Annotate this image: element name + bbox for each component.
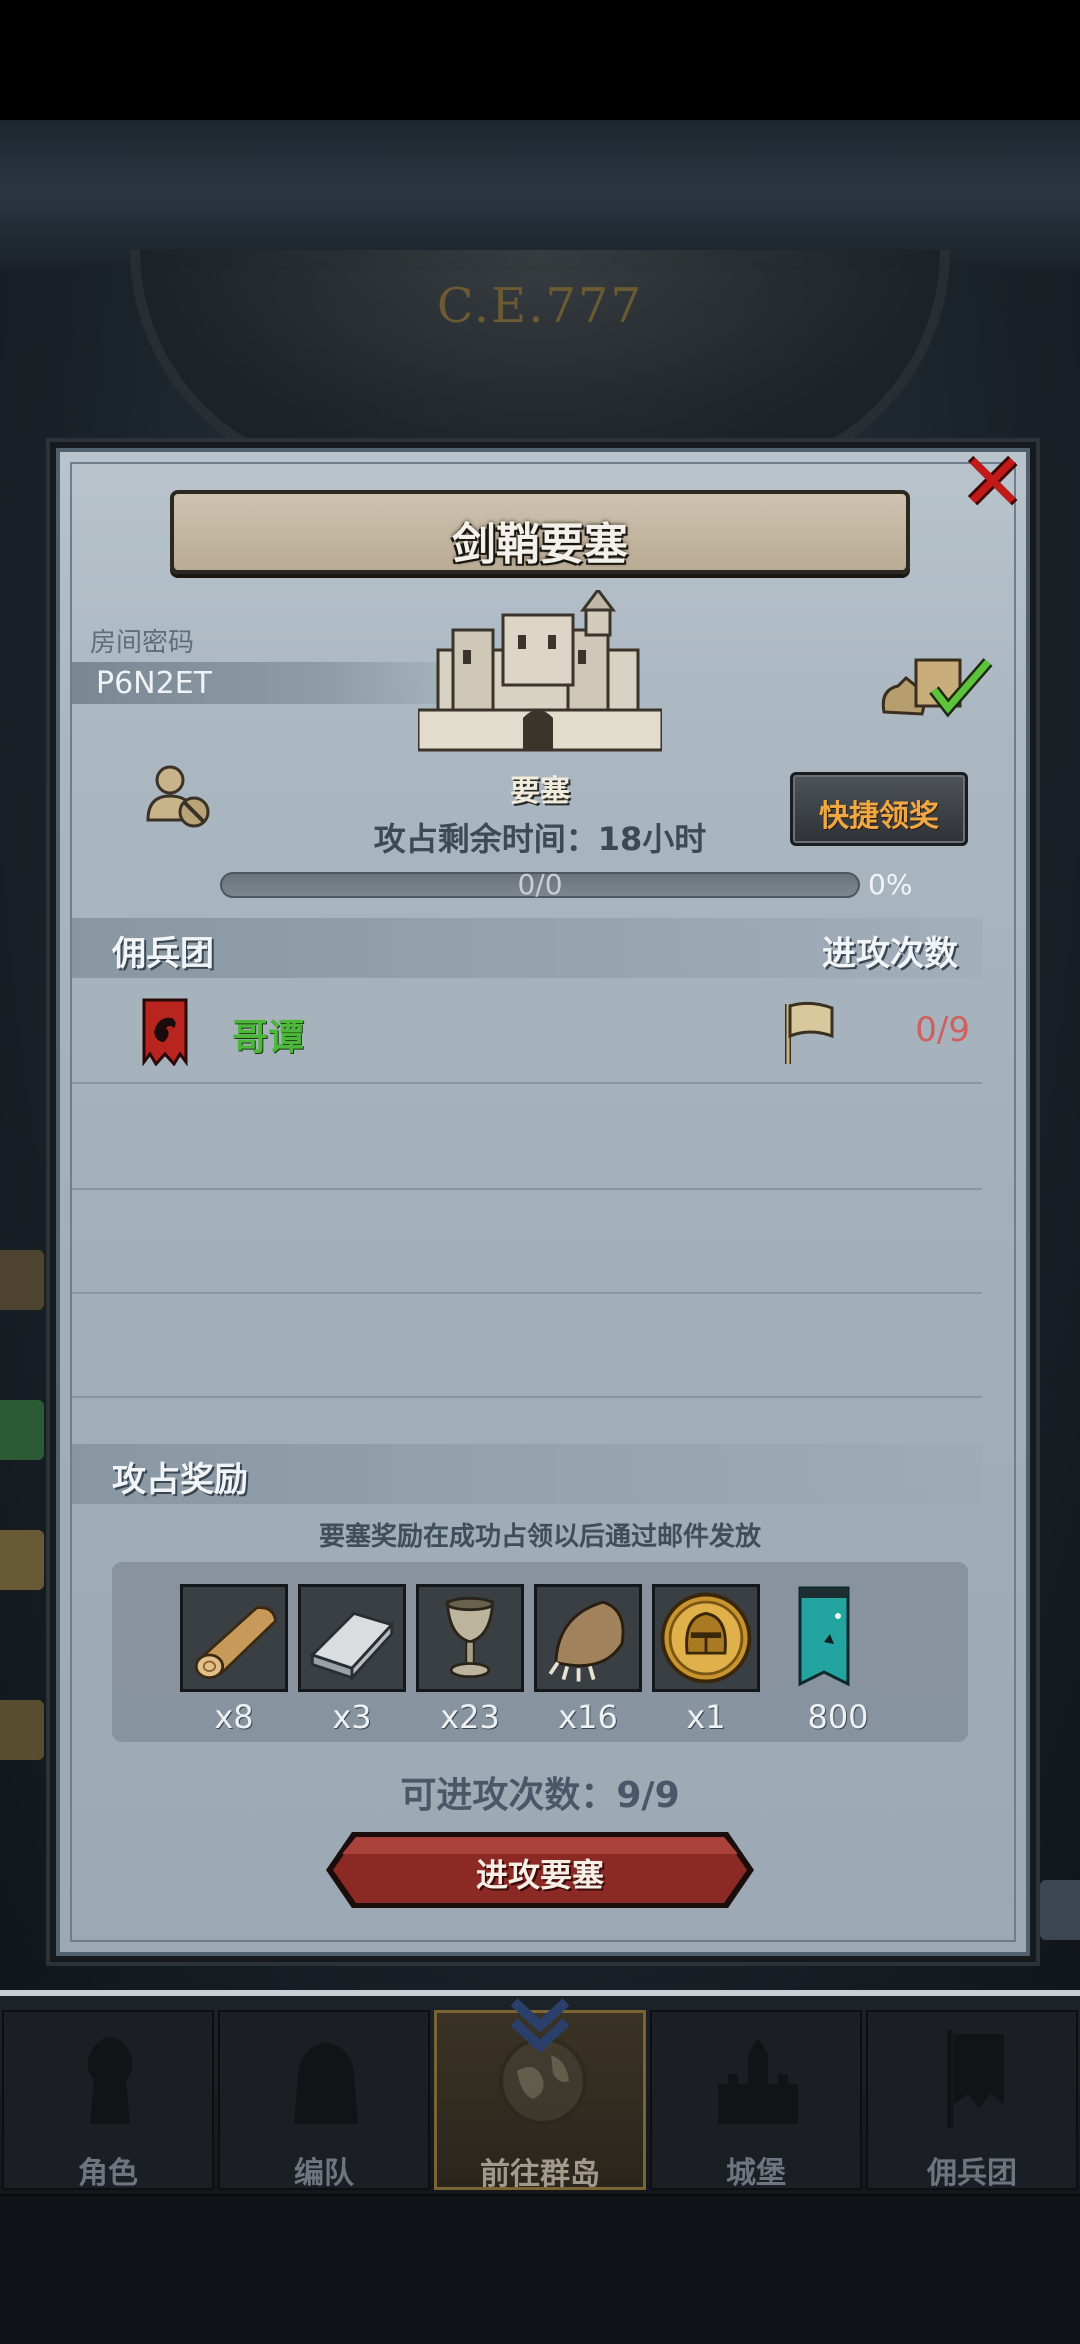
mercenary-name[interactable]: 哥谭 — [232, 1008, 304, 1060]
reward-qty: x16 — [558, 1698, 618, 1736]
goblet-icon — [419, 1587, 521, 1689]
mercenary-header: 佣兵团 — [112, 934, 214, 974]
moon-banner-icon — [798, 1586, 850, 1687]
room-password-value[interactable]: P6N2ET — [96, 666, 212, 701]
knight-icon — [87, 2037, 133, 2124]
flag-icon — [785, 1001, 834, 1064]
knight-helmet-coin-icon — [655, 1587, 757, 1689]
mercenary-attack-count: 0/9 — [915, 1010, 970, 1050]
nav-label: 佣兵团 — [927, 2156, 1017, 2191]
armor-icon — [294, 2042, 358, 2124]
iron-ingot-icon — [301, 1587, 403, 1689]
background-band — [0, 120, 1080, 270]
title-banner: 剑鞘要塞 — [170, 490, 910, 574]
fortress-icon — [418, 590, 662, 752]
nav-label: 编队 — [294, 2156, 354, 2191]
mercenary-banner-icon — [142, 998, 188, 1066]
progress-percent: 0% — [868, 868, 913, 901]
side-menu-stub[interactable] — [0, 1400, 44, 1460]
close-icon: ✕ — [960, 438, 1026, 528]
status-bar-area — [0, 0, 1080, 120]
nav-item-character[interactable]: 角色 — [2, 2010, 214, 2191]
attack-fortress-button[interactable]: 进攻要塞 — [324, 1830, 756, 1910]
reward-qty: x23 — [440, 1698, 500, 1736]
side-menu-stub[interactable] — [0, 1250, 44, 1310]
side-menu-stub[interactable] — [1040, 1880, 1080, 1940]
reward-qty: 800 — [807, 1698, 869, 1736]
reward-slot-banner[interactable] — [770, 1584, 878, 1692]
nav-item-mercenary[interactable]: 佣兵团 — [866, 2010, 1078, 2191]
reward-slot-pelt[interactable] — [534, 1584, 642, 1692]
attack-fortress-label: 进攻要塞 — [475, 1856, 604, 1894]
quick-claim-label: 快捷领奖 — [819, 799, 939, 834]
reward-qty: x3 — [332, 1698, 372, 1736]
reward-qty: x8 — [214, 1698, 254, 1736]
dialog-title: 剑鞘要塞 — [452, 519, 628, 570]
nav-item-castle[interactable]: 城堡 — [650, 2010, 862, 2191]
reward-slot-goblet[interactable] — [416, 1584, 524, 1692]
reward-note: 要塞奖励在成功占领以后通过邮件发放 — [318, 1522, 761, 1552]
close-button[interactable]: ✕ — [950, 438, 1030, 528]
side-menu-stub[interactable] — [0, 1700, 44, 1760]
reward-slot-helmet-coin[interactable] — [652, 1584, 760, 1692]
reward-slot-wood[interactable] — [180, 1584, 288, 1692]
reward-qty: x1 — [686, 1698, 726, 1736]
quick-claim-button[interactable]: 快捷领奖 — [790, 772, 968, 846]
attack-count-header: 进攻次数 — [822, 934, 958, 974]
room-password-label: 房间密码 — [90, 628, 195, 658]
row-divider — [72, 1188, 982, 1190]
row-divider — [72, 1396, 982, 1398]
row-divider — [72, 1082, 982, 1084]
wood-log-icon — [183, 1587, 285, 1689]
progress-text: 0/0 — [517, 868, 563, 901]
nav-label: 前往群岛 — [480, 2157, 600, 2192]
nav-item-formation[interactable]: 编队 — [218, 2010, 430, 2191]
row-divider — [72, 1292, 982, 1294]
remaining-attempts: 可进攻次数：9/9 — [400, 1775, 680, 1816]
loot-bag-check-icon[interactable] — [876, 650, 996, 726]
reward-slot-iron[interactable] — [298, 1584, 406, 1692]
nav-label: 城堡 — [726, 2156, 786, 2191]
castle-icon — [718, 2038, 798, 2124]
banner-icon — [947, 2030, 1004, 2128]
fur-pelt-icon — [537, 1587, 639, 1689]
reward-header: 攻占奖励 — [112, 1460, 248, 1500]
era-label: C.E.777 — [436, 278, 644, 334]
active-tab-chevron-icon — [510, 1998, 570, 2053]
nav-label: 角色 — [78, 2156, 138, 2191]
gesture-bar-area — [0, 2196, 1080, 2344]
